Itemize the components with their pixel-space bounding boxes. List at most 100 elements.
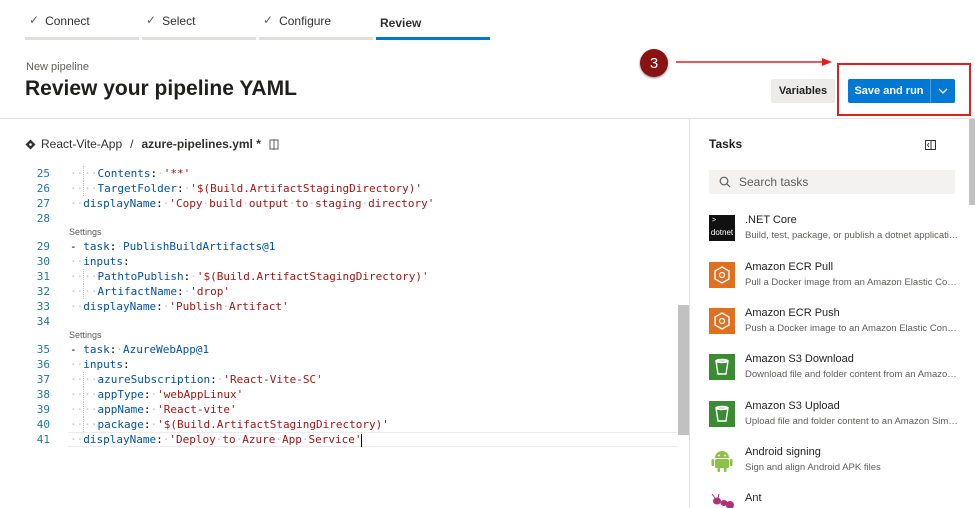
- line-number: 36: [36, 358, 50, 371]
- task-settings-link[interactable]: Settings: [0, 226, 678, 239]
- code-line[interactable]: 39 ····appName:·'React-vite': [0, 402, 678, 417]
- code-text: - task:·PublishBuildArtifacts@1: [70, 240, 276, 253]
- task-search-box[interactable]: [709, 170, 955, 194]
- code-text: ··displayName:·'Deploy·to·Azure·App·Serv…: [70, 433, 363, 447]
- save-and-run-split-button: Save and run: [848, 79, 955, 103]
- code-text: ····appName:·'React-vite': [70, 402, 237, 417]
- search-icon: [719, 176, 731, 188]
- checkmark-icon: ✓: [29, 13, 40, 27]
- task-name: .NET Core: [745, 214, 797, 226]
- android-icon: [709, 447, 735, 473]
- task-item[interactable]: Android signing Sign and align Android AP…: [709, 446, 959, 486]
- code-line[interactable]: 40 ····package:·'$(Build.ArtifactStagingD…: [0, 417, 678, 432]
- code-line[interactable]: 37 ····azureSubscription:·'React-Vite-SC': [0, 372, 678, 387]
- collapse-panel-icon[interactable]: [925, 137, 936, 155]
- step-label: Select: [162, 14, 196, 28]
- code-line[interactable]: 29 - task:·PublishBuildArtifacts@1: [0, 239, 678, 254]
- step-select[interactable]: ✓ Select: [142, 0, 256, 40]
- code-line[interactable]: 36 ··inputs:: [0, 357, 678, 372]
- code-text: ··displayName:·'Publish·Artifact': [70, 300, 289, 313]
- repo-name[interactable]: React-Vite-App: [41, 137, 122, 151]
- yaml-editor[interactable]: 25 ····Contents:·'**' 26 ····TargetFolder:·…: [0, 166, 678, 447]
- task-description: Push a Docker image to an Amazon Elastic…: [745, 323, 959, 334]
- task-description: Sign and align Android APK files: [745, 462, 881, 473]
- step-label: Connect: [45, 14, 90, 28]
- code-line[interactable]: 32 ····ArtifactName:·'drop': [0, 284, 678, 299]
- code-line[interactable]: 41 ··displayName:·'Deploy·to·Azure·App·Se…: [0, 432, 678, 447]
- line-number: 31: [36, 270, 50, 283]
- code-line[interactable]: 38 ····appType:·'webAppLinux': [0, 387, 678, 402]
- code-text: ····ArtifactName:·'drop': [70, 284, 230, 299]
- file-name[interactable]: azure-pipelines.yml *: [142, 137, 261, 151]
- page-title: Review your pipeline YAML: [25, 77, 297, 100]
- pipeline-review-page: ✓ Connect ✓ Select ✓ Configure Review Ne…: [0, 0, 975, 508]
- editor-scrollbar-thumb[interactable]: [678, 305, 689, 435]
- task-settings-link[interactable]: Settings: [0, 329, 678, 342]
- line-number: 34: [36, 315, 50, 328]
- settings-label[interactable]: Settings: [69, 226, 102, 239]
- editor-breadcrumb: React-Vite-App / azure-pipelines.yml *: [25, 136, 279, 152]
- step-progress-bar: [25, 37, 139, 40]
- line-number: 40: [36, 418, 50, 431]
- wizard-steps: ✓ Connect ✓ Select ✓ Configure Review: [25, 0, 493, 40]
- page-subtitle: New pipeline: [26, 61, 89, 73]
- step-configure[interactable]: ✓ Configure: [259, 0, 373, 40]
- tasks-panel-title: Tasks: [709, 137, 743, 151]
- ant-icon: [709, 493, 735, 508]
- repo-icon: [25, 139, 36, 150]
- dotnet-icon: > dotnet: [709, 215, 735, 241]
- line-number: 41: [36, 433, 50, 446]
- chevron-down-icon: [938, 88, 948, 94]
- code-text: ··inputs:: [70, 255, 130, 268]
- line-number: 37: [36, 373, 50, 386]
- code-line[interactable]: 33 ··displayName:·'Publish·Artifact': [0, 299, 678, 314]
- icon-text: dotnet: [710, 228, 734, 237]
- line-number: 33: [36, 300, 50, 313]
- breadcrumb-separator: /: [130, 137, 134, 151]
- line-number: 27: [36, 197, 50, 210]
- settings-label[interactable]: Settings: [69, 329, 102, 342]
- line-number: 26: [36, 182, 50, 195]
- line-number: 32: [36, 285, 50, 298]
- task-item[interactable]: Amazon ECR Pull Pull a Docker image from …: [709, 261, 959, 301]
- step-progress-bar: [259, 37, 373, 40]
- code-line[interactable]: 35 - task:·AzureWebApp@1: [0, 342, 678, 357]
- task-name: Amazon S3 Download: [745, 353, 854, 365]
- variables-button[interactable]: Variables: [771, 79, 835, 103]
- tasks-scrollbar-thumb[interactable]: [969, 119, 975, 205]
- panel-divider[interactable]: [689, 119, 690, 508]
- code-line[interactable]: 27 ··displayName:·'Copy·build·output·to·s…: [0, 196, 678, 211]
- line-number: 25: [36, 167, 50, 180]
- line-number: 39: [36, 403, 50, 416]
- code-line[interactable]: 26 ····TargetFolder:·'$(Build.ArtifactSta…: [0, 181, 678, 196]
- save-options-dropdown[interactable]: [931, 79, 955, 103]
- task-description: Pull a Docker image from an Amazon Elast…: [745, 277, 959, 288]
- code-text: ··displayName:·'Copy·build·output·to·sta…: [70, 197, 435, 210]
- task-name: Amazon S3 Upload: [745, 400, 840, 412]
- checkmark-icon: ✓: [146, 13, 157, 27]
- code-line[interactable]: 28: [0, 211, 678, 226]
- code-line[interactable]: 30 ··inputs:: [0, 254, 678, 269]
- code-text: ··inputs:: [70, 358, 130, 371]
- code-text: ····package:·'$(Build.ArtifactStagingDir…: [70, 417, 389, 432]
- task-description: Download file and folder content from an…: [745, 369, 959, 380]
- task-description: Upload file and folder content to an Ama…: [745, 416, 959, 427]
- task-item[interactable]: Ant: [709, 492, 959, 508]
- amazon-ecr-icon: [709, 262, 735, 288]
- task-item[interactable]: Amazon S3 Upload Upload file and folder c…: [709, 400, 959, 440]
- search-tasks-input[interactable]: [739, 175, 939, 189]
- step-review[interactable]: Review: [376, 0, 490, 40]
- save-and-run-button[interactable]: Save and run: [848, 79, 930, 103]
- step-label: Configure: [279, 14, 332, 28]
- code-line[interactable]: 31 ····PathtoPublish:·'$(Build.ArtifactSt…: [0, 269, 678, 284]
- line-number: 30: [36, 255, 50, 268]
- task-description: Build, test, package, or publish a dotne…: [745, 230, 959, 241]
- rename-file-icon[interactable]: [269, 138, 279, 150]
- step-label: Review: [380, 16, 422, 30]
- task-item[interactable]: > dotnet .NET Core Build, test, package, or…: [709, 214, 959, 254]
- code-line[interactable]: 25 ····Contents:·'**': [0, 166, 678, 181]
- task-item[interactable]: Amazon S3 Download Download file and fold…: [709, 353, 959, 393]
- step-connect[interactable]: ✓ Connect: [25, 0, 139, 40]
- code-line[interactable]: 34: [0, 314, 678, 329]
- task-item[interactable]: Amazon ECR Push Push a Docker image to an…: [709, 307, 959, 347]
